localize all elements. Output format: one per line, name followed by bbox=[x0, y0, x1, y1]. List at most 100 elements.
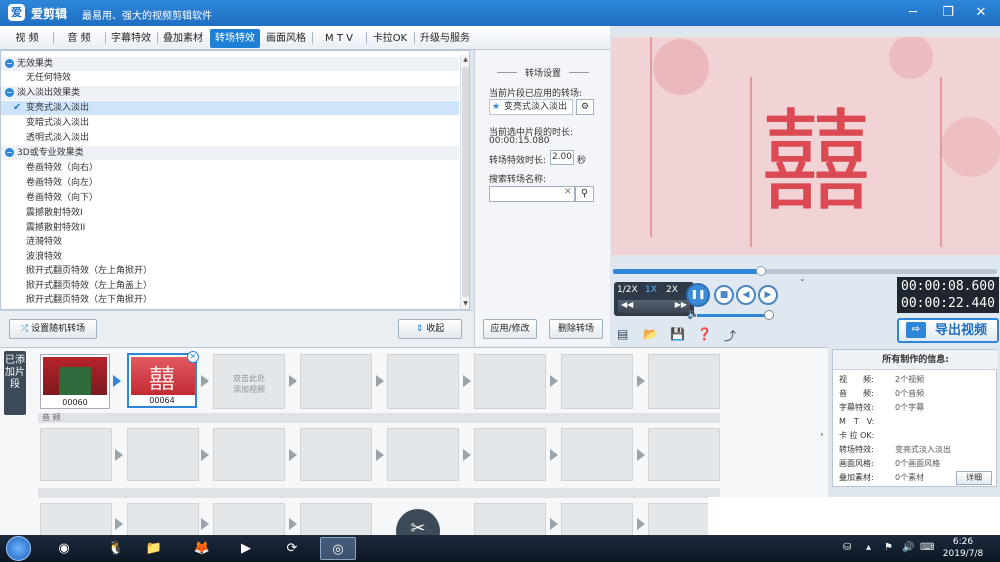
empty-slot[interactable] bbox=[40, 503, 112, 535]
tab-karaoke[interactable]: 卡拉OK bbox=[368, 29, 412, 48]
list-item[interactable]: 掀开式翻页特效（左下角掀开） bbox=[1, 293, 459, 307]
audio-slot[interactable] bbox=[561, 428, 633, 481]
audio-slot[interactable] bbox=[474, 428, 546, 481]
audio-slot[interactable] bbox=[40, 428, 112, 481]
video-app-icon[interactable]: ▶ bbox=[228, 537, 264, 560]
scissors-icon[interactable]: ✂ bbox=[396, 509, 440, 535]
minimize-button[interactable]: ─ bbox=[900, 3, 926, 23]
clip-item[interactable]: 00060 bbox=[40, 354, 110, 409]
list-item[interactable]: 无任何特效 bbox=[1, 71, 459, 85]
open-folder-icon[interactable]: 📂 bbox=[643, 327, 658, 341]
audio-slot[interactable] bbox=[300, 428, 372, 481]
volume-knob[interactable] bbox=[764, 310, 774, 320]
empty-slot[interactable] bbox=[561, 354, 633, 409]
list-item[interactable]: 震撼散射特效I bbox=[1, 206, 459, 220]
category-3d[interactable]: −3D或专业效果类 bbox=[1, 146, 459, 160]
list-item-selected[interactable]: ✔ 变亮式淡入淡出 bbox=[1, 101, 459, 115]
collapse-icon[interactable]: − bbox=[5, 148, 14, 157]
remove-clip-icon[interactable]: ✕ bbox=[187, 351, 199, 363]
speed-half[interactable]: 1/2X bbox=[617, 285, 638, 295]
list-item[interactable]: 变暗式淡入淡出 bbox=[1, 116, 459, 130]
tab-overlay[interactable]: 叠加素材 bbox=[159, 29, 207, 48]
scroll-down-icon[interactable]: ▼ bbox=[461, 299, 469, 309]
list-item[interactable]: 卷画特效（向右） bbox=[1, 161, 459, 175]
media-player-icon[interactable]: ◉ bbox=[46, 537, 82, 560]
apply-button[interactable]: 应用/修改 bbox=[483, 319, 537, 339]
scroll-thumb[interactable] bbox=[462, 67, 469, 297]
search-icon[interactable]: ⚲ bbox=[575, 186, 594, 202]
tab-upgrade[interactable]: 升级与服务 bbox=[416, 29, 474, 48]
rewind-icon[interactable]: ◀◀ bbox=[621, 300, 633, 309]
clip-item-selected[interactable]: 囍 00064 bbox=[127, 353, 197, 408]
clear-icon[interactable]: ✕ bbox=[564, 187, 572, 197]
collapse-icon[interactable]: − bbox=[5, 59, 14, 68]
tab-mtv[interactable]: M T V bbox=[314, 29, 364, 48]
prev-frame-button[interactable]: ◀ bbox=[736, 285, 756, 305]
tab-transition[interactable]: 转场特效 bbox=[210, 29, 260, 48]
stop-button[interactable]: ■ bbox=[714, 285, 734, 305]
empty-slot[interactable] bbox=[474, 503, 546, 535]
transition-settings-icon[interactable]: ⚙ bbox=[576, 99, 594, 115]
seek-bar[interactable]: ◀◀ ▶▶ bbox=[618, 300, 690, 313]
progress-knob[interactable] bbox=[755, 266, 766, 276]
qq-icon[interactable]: 🐧 bbox=[98, 537, 134, 560]
collapse-icon[interactable]: − bbox=[5, 88, 14, 97]
delete-transition-button[interactable]: 删除转场 bbox=[549, 319, 603, 339]
scroll-up-icon[interactable]: ▲ bbox=[461, 55, 469, 65]
list-item[interactable]: 掀开式翻页特效（左上角掀开） bbox=[1, 264, 459, 278]
category-fade[interactable]: − 淡入淡出效果类 bbox=[1, 86, 459, 100]
empty-slot[interactable] bbox=[213, 503, 285, 535]
tab-video[interactable]: 视 频 bbox=[4, 29, 50, 48]
search-input[interactable] bbox=[489, 186, 575, 202]
help-icon[interactable]: ❓ bbox=[697, 327, 712, 341]
expand-info-icon[interactable]: › bbox=[820, 430, 824, 440]
list-item[interactable]: 涟漪特效 bbox=[1, 235, 459, 249]
green-app-icon[interactable]: ⟳ bbox=[274, 537, 310, 560]
list-item[interactable]: 卷画特效（向下） bbox=[1, 191, 459, 205]
speed-normal[interactable]: 1X bbox=[645, 285, 657, 295]
list-item[interactable]: 波浪特效 bbox=[1, 250, 459, 264]
close-button[interactable]: ✕ bbox=[968, 3, 994, 23]
firefox-icon[interactable]: 🦊 bbox=[184, 537, 220, 560]
speed-double[interactable]: 2X bbox=[666, 285, 678, 295]
transition-arrow-icon[interactable] bbox=[113, 375, 121, 387]
save-icon[interactable]: 💾 bbox=[670, 327, 685, 341]
effect-duration-input[interactable]: 2.00 bbox=[550, 150, 574, 165]
audio-slot[interactable] bbox=[648, 428, 720, 481]
empty-slot[interactable] bbox=[300, 354, 372, 409]
tray-expand-icon[interactable]: ▴ bbox=[866, 542, 871, 553]
random-transition-button[interactable]: ⤮ 设置随机转场 bbox=[9, 319, 97, 339]
restore-button[interactable]: ❐ bbox=[935, 3, 961, 23]
aijianji-taskbar-icon[interactable]: ◎ bbox=[320, 537, 356, 560]
list-scrollbar[interactable]: ▲ ▼ bbox=[460, 55, 469, 309]
expand-chevron-icon[interactable]: ⌄ bbox=[799, 274, 806, 283]
list-item[interactable]: 震撼散射特效II bbox=[1, 221, 459, 235]
start-button-icon[interactable] bbox=[6, 536, 31, 561]
forward-icon[interactable]: ▶▶ bbox=[675, 300, 687, 309]
audio-slot[interactable] bbox=[127, 428, 199, 481]
volume-slider[interactable] bbox=[697, 314, 769, 317]
tray-network-icon[interactable]: ⛁ bbox=[843, 542, 851, 553]
add-video-slot[interactable]: 双击此处 添加视频 bbox=[213, 354, 285, 409]
empty-slot[interactable] bbox=[474, 354, 546, 409]
empty-slot[interactable] bbox=[127, 503, 199, 535]
file-explorer-icon[interactable]: 📁 bbox=[136, 537, 172, 560]
list-item[interactable]: 透明式淡入淡出 bbox=[1, 131, 459, 145]
detail-button[interactable]: 详细 bbox=[956, 471, 992, 485]
tray-volume-icon[interactable]: 🔊 bbox=[902, 542, 914, 553]
export-video-button[interactable]: ⇨ 导出视频 bbox=[897, 318, 999, 343]
system-clock[interactable]: 6:26 2019/7/8 bbox=[938, 536, 988, 560]
added-clips-tab[interactable]: 已添加片段 bbox=[4, 351, 26, 415]
share-icon[interactable]: ⤴ bbox=[724, 327, 736, 344]
collapse-button[interactable]: ⇕ 收起 bbox=[398, 319, 462, 339]
list-item[interactable]: 掀开式翻页特效（左上角盖上） bbox=[1, 279, 459, 293]
category-no-effect[interactable]: − 无效果类 bbox=[1, 57, 459, 71]
next-frame-button[interactable]: ▶ bbox=[758, 285, 778, 305]
tab-subtitle-effects[interactable]: 字幕特效 bbox=[107, 29, 155, 48]
empty-slot[interactable] bbox=[561, 503, 633, 535]
tray-flag-icon[interactable]: ⚑ bbox=[884, 542, 893, 553]
empty-slot[interactable] bbox=[648, 354, 720, 409]
list-item[interactable]: 卷画特效（向左） bbox=[1, 176, 459, 190]
tray-input-icon[interactable]: ⌨ bbox=[920, 542, 934, 553]
empty-slot[interactable] bbox=[387, 354, 459, 409]
